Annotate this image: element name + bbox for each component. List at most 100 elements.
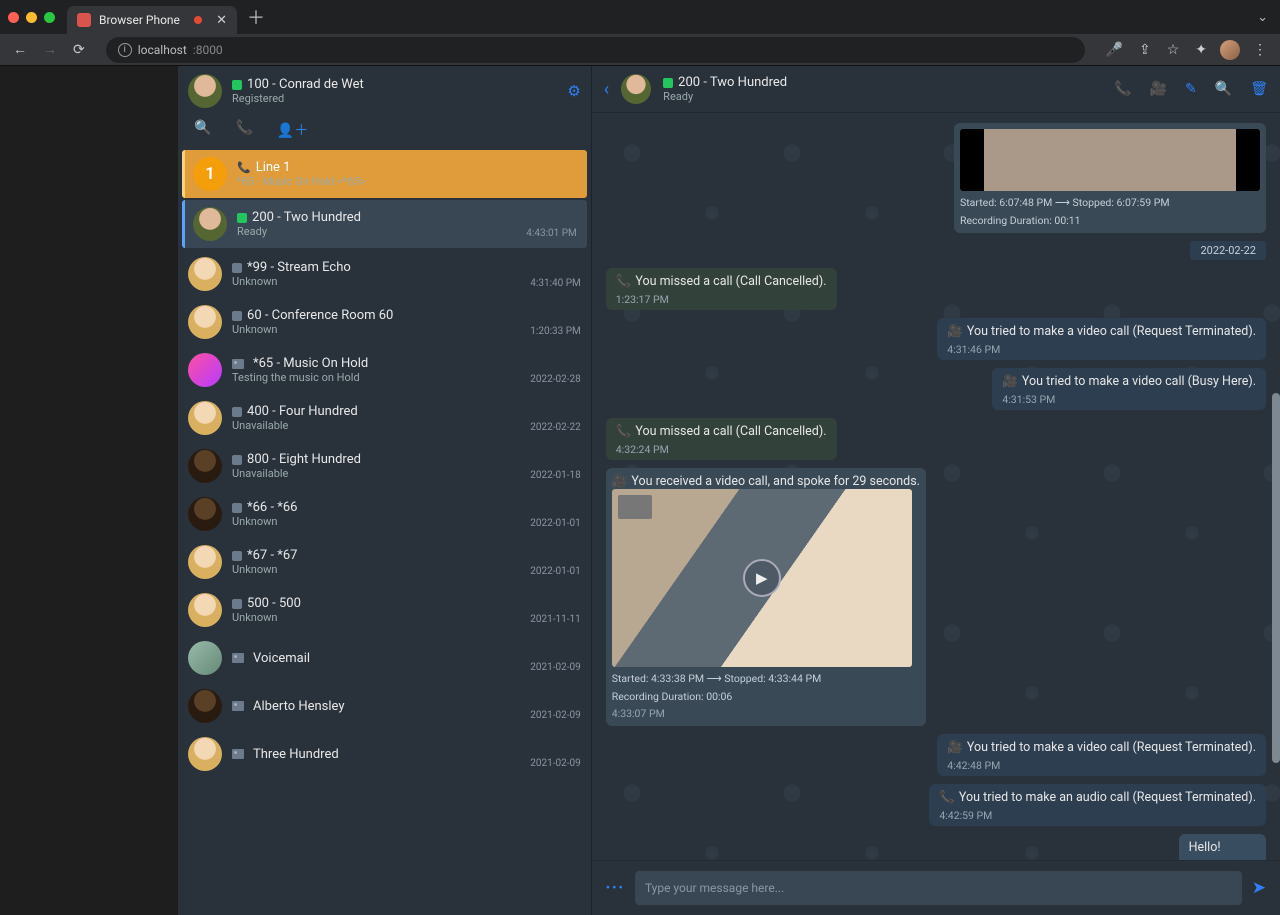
peer-status: Ready [663,90,787,103]
bookmark-icon[interactable]: ☆ [1164,39,1183,61]
contact-row[interactable]: 800 - Eight HundredUnavailable2022-01-18 [178,442,591,490]
video-thumbnail[interactable] [960,129,1260,191]
contact-sub: Unknown [232,515,520,528]
contact-row[interactable]: 200 - Two HundredReady4:43:01 PM [182,200,587,248]
presence-ready-icon [237,213,247,223]
settings-icon[interactable]: ⚙︎ [567,82,580,100]
extensions-icon[interactable]: ✦ [1192,39,1210,61]
contact-title: 200 - Two Hundred [252,210,361,225]
peer-avatar[interactable] [621,74,651,104]
contact-row[interactable]: 1📞 Line 1*65 - Music On Hold <*65> [182,150,587,198]
browser-tab[interactable]: Browser Phone ✕ [67,6,237,34]
scrollbar-thumb[interactable] [1272,393,1280,763]
contact-title: 400 - Four Hundred [247,404,358,419]
contact-avatar [188,353,222,387]
video-call-icon[interactable]: 🎥 [1150,81,1167,97]
search-icon[interactable]: 🔍 [194,120,211,140]
dial-icon[interactable]: 📞 [235,120,252,140]
contact-row[interactable]: *66 - *66Unknown2022-01-01 [178,490,591,538]
add-contact-icon[interactable]: 👤＋ [277,120,308,140]
recording-indicator-icon [194,16,202,24]
contact-title: Three Hundred [253,747,339,762]
contact-row[interactable]: Voicemail2021-02-09 [178,634,591,682]
address-bar[interactable]: i localhost :8000 [106,37,1085,63]
profile-avatar-icon[interactable] [1220,40,1240,60]
contact-card-icon [232,749,244,759]
video-recording-card[interactable]: Started: 6:07:48 PM ⟶ Stopped: 6:07:59 P… [954,123,1266,233]
message-bubble: 🎥You tried to make a video call (Request… [937,318,1266,360]
presence-unknown-icon [232,311,242,321]
back-icon[interactable]: ‹ [604,79,609,100]
send-button[interactable]: ➤ [1252,878,1266,898]
contact-row[interactable]: Alberto Hensley2021-02-09 [178,682,591,730]
delivered-icon: ✔ [1247,859,1256,860]
contact-row[interactable]: 500 - 500Unknown2021-11-11 [178,586,591,634]
contact-time: 2022-01-01 [530,518,581,529]
tabs-overflow-icon[interactable]: ⌄ [1253,6,1272,29]
browser-tabbar: Browser Phone ✕ ＋ ⌄ [0,0,1280,34]
back-button[interactable]: ← [10,38,30,61]
delete-icon[interactable]: 🗑 [1250,81,1268,97]
presence-ready-icon [663,78,673,88]
url-host: localhost [138,43,187,57]
share-icon[interactable]: ⇪ [1136,39,1154,61]
contact-row[interactable]: 60 - Conference Room 60Unknown1:20:33 PM [178,298,591,346]
contact-avatar [188,545,222,579]
maximize-window[interactable] [44,12,55,23]
contact-sub: Unavailable [232,419,520,432]
edit-icon[interactable]: ✎ [1185,81,1197,97]
video-fail-icon: 🎥 [947,324,963,339]
contact-list: 1📞 Line 1*65 - Music On Hold <*65> 200 -… [178,148,591,915]
window-controls [8,12,55,23]
forward-button[interactable]: → [40,38,60,61]
browser-toolbar: ← → ⟳ i localhost :8000 🎤 ⇪ ☆ ✦ ⋮ [0,34,1280,66]
contact-avatar [188,257,222,291]
message-bubble: 🎥You received a video call, and spoke fo… [606,468,926,726]
presence-unknown-icon [232,599,242,609]
contact-avatar [188,593,222,627]
minimize-window[interactable] [26,12,37,23]
new-tab-button[interactable]: ＋ [247,4,265,30]
contact-avatar [193,207,227,241]
contact-sub: *65 - Music On Hold <*65> [237,175,567,188]
more-options-icon[interactable]: ••• [606,881,625,896]
contact-row[interactable]: 400 - Four HundredUnavailable2022-02-22 [178,394,591,442]
contact-sub: Unknown [232,275,520,288]
contact-avatar [188,305,222,339]
mic-icon[interactable]: 🎤 [1103,39,1126,61]
url-port: :8000 [193,43,223,57]
message-bubble: 📞You missed a call (Call Cancelled).1:23… [606,268,837,310]
contact-avatar [188,737,222,771]
site-info-icon[interactable]: i [118,43,132,57]
profile-avatar[interactable] [188,74,222,108]
contact-time: 2021-02-09 [530,758,581,769]
close-window[interactable] [8,12,19,23]
missed-call-icon: 📞 [616,274,632,289]
contact-sub: Ready [237,225,516,238]
message-stream[interactable]: Started: 6:07:48 PM ⟶ Stopped: 6:07:59 P… [592,113,1280,860]
date-separator: 2022-02-22 [1190,241,1266,260]
message-input[interactable] [635,871,1242,905]
audio-call-icon[interactable]: 📞 [1114,81,1131,97]
close-tab-icon[interactable]: ✕ [216,13,227,28]
contact-time: 2022-02-28 [530,374,581,385]
contact-title: 60 - Conference Room 60 [247,308,393,323]
contact-row[interactable]: Three Hundred 2021-02-09 [178,730,591,778]
reload-button[interactable]: ⟳ [70,39,88,61]
search-conversation-icon[interactable]: 🔍 [1215,81,1232,97]
contact-row[interactable]: *67 - *67Unknown2022-01-01 [178,538,591,586]
presence-ready-icon [232,80,242,90]
contact-avatar [188,449,222,483]
contact-time: 2021-02-09 [530,662,581,673]
video-received-icon: 🎥 [612,474,628,489]
play-icon[interactable]: ▶ [743,559,781,597]
contact-time: 1:20:33 PM [530,326,580,337]
menu-icon[interactable]: ⋮ [1250,39,1270,61]
tab-title: Browser Phone [99,13,180,27]
video-thumbnail[interactable]: ▶ [612,489,912,667]
contact-row[interactable]: *99 - Stream EchoUnknown4:31:40 PM [178,250,591,298]
video-duration: Recording Duration: 00:11 [960,214,1260,227]
video-meta: Started: 6:07:48 PM ⟶ Stopped: 6:07:59 P… [960,196,1260,209]
contact-row[interactable]: *65 - Music On HoldTesting the music on … [178,346,591,394]
contact-sub: Unknown [232,563,520,576]
